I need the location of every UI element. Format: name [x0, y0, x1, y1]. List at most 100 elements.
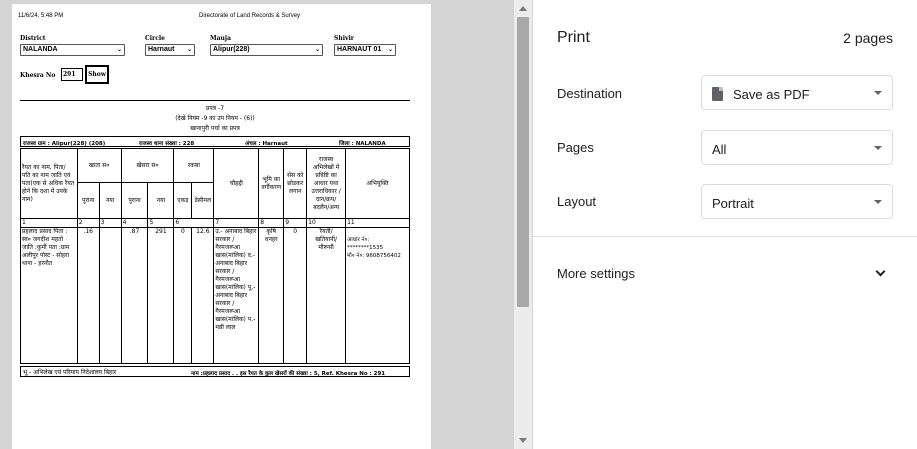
- chevron-down-icon[interactable]: [875, 266, 886, 277]
- col-number: 5: [147, 218, 175, 228]
- print-dialog: 11/6/24, 5:48 PM Directorate of Land Rec…: [0, 0, 917, 449]
- acre-cell: 0: [173, 227, 193, 364]
- table-row: प्रहलाद प्रसाद पिता : स्व० जगदीश महतो जा…: [20, 227, 410, 364]
- thana-number: राजस्व थाना संख्या : 228: [139, 141, 195, 147]
- rule-reference: (देखे नियम -9 का उप नियम - (6)): [175, 115, 255, 122]
- col-rajasv-header: राजस्व अभिलेखों में प्रविष्टि का आधार यथ…: [306, 148, 347, 219]
- footer-right: नाम :प्रहलाद प्रसाद . . इस रैयत के कुल ख…: [191, 371, 386, 377]
- preview-scrollbar[interactable]: [514, 0, 532, 449]
- abhyukti-cell: आधार नं०: ********1535 मो० नं०: 96087564…: [345, 227, 410, 364]
- shivir-select[interactable]: HARNAUT 01 ⌄: [334, 44, 396, 56]
- print-timestamp: 11/6/24, 5:48 PM: [18, 13, 64, 19]
- col-number: 1: [20, 218, 78, 228]
- col-bhumi-header: भूमि का वर्गीकरण: [258, 148, 285, 219]
- mauja-label: Mauja: [210, 35, 231, 42]
- col-number: 10: [306, 218, 347, 228]
- col-khesra-header: खेसरा स०: [120, 148, 175, 183]
- mobile-number: मो० नं०: 9608756402: [347, 253, 401, 259]
- sub-purana: पुराना: [76, 182, 100, 219]
- chevron-down-icon: ⌄: [116, 47, 122, 53]
- show-button[interactable]: Show: [85, 65, 109, 84]
- destination-value: Save as PDF: [733, 87, 810, 102]
- khesra-label: Khesra No: [20, 72, 56, 79]
- table-row: रैयत का नाम, पिता/ पति का नाम जाति एवं प…: [20, 148, 410, 219]
- mauja-select[interactable]: Alipur(228) ⌄: [210, 44, 323, 56]
- more-settings-toggle[interactable]: More settings: [557, 266, 635, 281]
- layout-label: Layout: [557, 194, 597, 209]
- destination-label: Destination: [557, 86, 623, 101]
- chauhaddi-cell: उ.- अनाबाद बिहार सरकार /गैरमजरूआ खास(माल…: [213, 227, 260, 364]
- chevron-down-icon: ⌄: [314, 47, 320, 53]
- chevron-down-icon: [874, 200, 882, 204]
- rajasv-cell: रैयती/ खतियानी/ मौरूसी: [306, 227, 347, 364]
- anchal: अंचल : Harnaut: [245, 141, 288, 147]
- sub-purana: पुराना: [120, 182, 149, 219]
- col-raiyat-header: रैयत का नाम, पिता/ पति का नाम जाति एवं प…: [20, 148, 78, 219]
- col-khata-header: खाता स०: [76, 148, 122, 183]
- bhumi-cell: कृषि धनहर: [258, 227, 285, 364]
- destination-select[interactable]: Save as PDF: [701, 75, 893, 110]
- pages-value: All: [712, 142, 727, 157]
- district-select[interactable]: NALANDA ⌄: [20, 44, 125, 56]
- form-heading: खानापुरी पर्चा का प्रपत्र: [190, 125, 240, 132]
- col-number: 3: [98, 218, 122, 228]
- file-icon: [712, 86, 723, 101]
- chevron-down-icon: [874, 146, 882, 150]
- col-rakba-header: रकबा: [173, 148, 215, 183]
- chevron-down-icon: ⌄: [387, 47, 393, 53]
- sub-acre: एकड़: [173, 182, 193, 219]
- pages-label: Pages: [557, 140, 594, 155]
- print-title: Print: [557, 29, 590, 46]
- circle-select[interactable]: Harnaut ⌄: [145, 44, 195, 56]
- col-number: 6: [173, 218, 215, 228]
- col-number: 8: [258, 218, 285, 228]
- print-settings-panel: Print 2 pages Destination Save as PDF Pa…: [533, 0, 917, 449]
- col-chauhaddi-header: चौहद्दी: [213, 148, 260, 219]
- chevron-down-icon: ⌄: [186, 47, 192, 53]
- col-abhyukti-header: अभियुक्ति: [345, 148, 410, 219]
- khesra-old-cell: .87: [120, 227, 149, 364]
- scroll-thumb[interactable]: [517, 17, 529, 307]
- decimal-cell: 12.6: [191, 227, 215, 364]
- pages-select[interactable]: All: [701, 130, 893, 165]
- district-label: District: [20, 35, 46, 42]
- sub-decimal: डेसीमल: [191, 182, 215, 219]
- page-count: 2 pages: [843, 30, 893, 46]
- preview-page: 11/6/24, 5:48 PM Directorate of Land Rec…: [12, 4, 431, 449]
- col-number: 2: [76, 218, 100, 228]
- sub-naya: नया: [98, 182, 122, 219]
- col-ses-header: सेस को छोडकर लगान: [283, 148, 308, 219]
- scroll-down-icon[interactable]: [519, 438, 527, 443]
- circle-label: Circle: [145, 35, 165, 42]
- khesra-input[interactable]: 291: [61, 68, 83, 81]
- chevron-down-icon: [874, 91, 882, 95]
- sub-naya: नया: [147, 182, 175, 219]
- lagan-cell: 0: [283, 227, 308, 364]
- column-number-row: 1 2 3 4 5 6 7 8 9 10 11: [20, 218, 410, 228]
- revenue-village: राजस्व ग्राम : Alipur(228) (208): [23, 141, 106, 147]
- parcha-footer: भू - अभिलेख एवं परिमाप निदेशालय बिहार ना…: [20, 366, 410, 377]
- col-number: 7: [213, 218, 260, 228]
- site-title: Directorate of Land Records & Survey: [199, 13, 301, 19]
- col-number: 11: [345, 218, 410, 228]
- aadhaar-label: आधार नं०:: [347, 237, 370, 243]
- raiyat-cell: प्रहलाद प्रसाद पिता : स्व० जगदीश महतो जा…: [20, 227, 78, 364]
- shivir-label: Shivir: [334, 35, 354, 42]
- col-number: 9: [283, 218, 308, 228]
- khesra-new-cell: 291: [147, 227, 175, 364]
- khata-new-cell: [98, 227, 122, 364]
- jila: जिला : NALANDA: [339, 141, 386, 147]
- print-preview-area: 11/6/24, 5:48 PM Directorate of Land Rec…: [0, 0, 533, 449]
- khata-old-cell: .16: [76, 227, 100, 364]
- parcha-table: रैयत का नाम, पिता/ पति का नाम जाति एवं प…: [20, 148, 410, 364]
- divider: [533, 236, 917, 237]
- form-title: प्रपत्र -7: [205, 105, 225, 112]
- scroll-up-icon[interactable]: [519, 6, 527, 11]
- layout-value: Portrait: [712, 196, 754, 211]
- layout-select[interactable]: Portrait: [701, 184, 893, 219]
- location-info-row: राजस्व ग्राम : Alipur(228) (208) राजस्व …: [20, 136, 410, 147]
- col-number: 4: [120, 218, 149, 228]
- aadhaar-masked: ********1535: [347, 245, 384, 251]
- divider: [20, 100, 410, 101]
- footer-left: भू - अभिलेख एवं परिमाप निदेशालय बिहार: [23, 369, 117, 376]
